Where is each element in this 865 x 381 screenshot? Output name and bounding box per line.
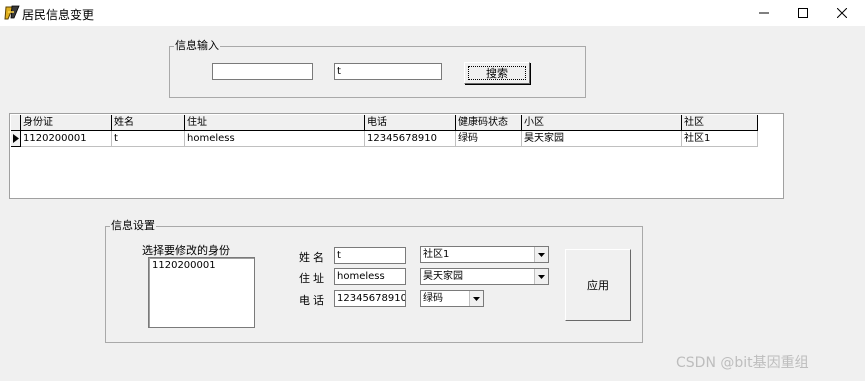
id-listbox[interactable]: 1120200001 — [148, 257, 255, 328]
app-icon — [4, 4, 20, 21]
chevron-down-icon[interactable] — [534, 247, 548, 262]
info-input-group-title: 信息输入 — [174, 39, 220, 52]
focus-rect — [468, 66, 526, 80]
row-indicator-icon — [13, 134, 19, 143]
grid-header-estate[interactable]: 小区 — [522, 115, 682, 131]
id-list-label: 选择要修改的身份 — [142, 244, 230, 257]
grid-cell-estate[interactable]: 昊天家园 — [522, 131, 682, 147]
address-field[interactable]: homeless — [334, 268, 406, 285]
close-button[interactable] — [819, 0, 865, 26]
grid-header-phone[interactable]: 电话 — [365, 115, 456, 131]
grid-header-health-code[interactable]: 健康码状态 — [456, 115, 522, 131]
grid-cell-phone[interactable]: 12345678910 — [365, 131, 456, 147]
grid-cell-community[interactable]: 社区1 — [682, 131, 758, 147]
resident-grid[interactable]: 身份证 姓名 住址 电话 健康码状态 小区 社区 1120200001 t ho… — [9, 113, 784, 199]
phone-label: 电话 — [299, 294, 327, 307]
list-item[interactable]: 1120200001 — [152, 260, 251, 271]
grid-header-id[interactable]: 身份证 — [21, 115, 112, 131]
close-icon — [837, 8, 847, 18]
community-select[interactable]: 社区1 — [420, 246, 549, 263]
grid-header-name[interactable]: 姓名 — [112, 115, 185, 131]
grid-cell-address[interactable]: homeless — [185, 131, 365, 147]
community-select-value: 社区1 — [423, 249, 450, 260]
window-title: 居民信息变更 — [22, 8, 95, 22]
search-field-2[interactable]: t — [334, 63, 442, 80]
title-bar: 居民信息变更 — [0, 0, 865, 26]
grid-corner — [11, 115, 21, 131]
search-button[interactable]: 搜索 — [464, 62, 530, 84]
estate-select-value: 昊天家园 — [423, 271, 463, 282]
row-indicator[interactable] — [11, 131, 21, 147]
health-code-select[interactable]: 绿码 — [420, 290, 484, 307]
grid-cell-id[interactable]: 1120200001 — [21, 131, 112, 147]
health-code-select-value: 绿码 — [423, 293, 443, 304]
name-field[interactable]: t — [334, 247, 406, 264]
phone-field[interactable]: 12345678910 — [334, 290, 406, 307]
grid-header-address[interactable]: 住址 — [185, 115, 365, 131]
chevron-down-icon[interactable] — [534, 269, 548, 284]
info-settings-group-title: 信息设置 — [110, 219, 156, 232]
minimize-icon — [759, 12, 769, 14]
chevron-down-icon[interactable] — [469, 291, 483, 306]
grid-cell-health-code[interactable]: 绿码 — [456, 131, 522, 147]
estate-select[interactable]: 昊天家园 — [420, 268, 549, 285]
address-label: 住址 — [299, 272, 327, 285]
maximize-icon — [798, 8, 808, 18]
name-label: 姓名 — [299, 251, 327, 264]
grid-cell-name[interactable]: t — [112, 131, 185, 147]
apply-button[interactable]: 应用 — [565, 249, 631, 321]
grid-header-community[interactable]: 社区 — [682, 115, 758, 131]
apply-button-label: 应用 — [587, 279, 609, 292]
watermark: CSDN @bit基因重组 — [676, 355, 809, 371]
search-field-1[interactable] — [212, 63, 313, 80]
